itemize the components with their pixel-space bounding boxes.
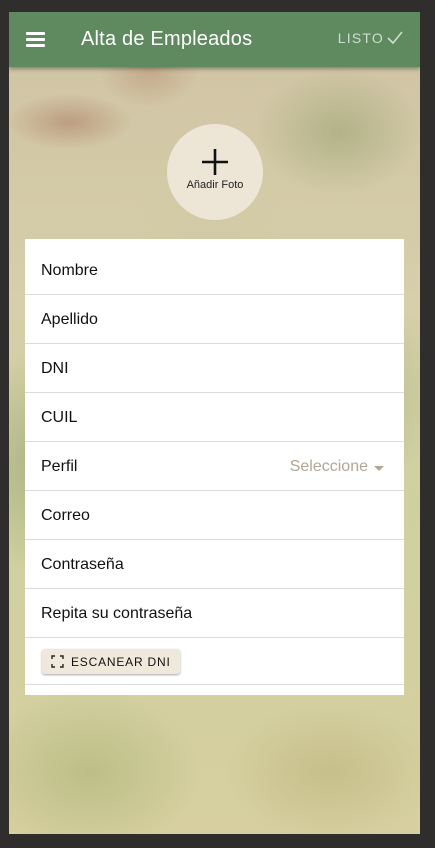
app-bar: Alta de Empleados LISTO bbox=[9, 12, 420, 67]
check-icon bbox=[387, 31, 403, 45]
employee-form: Nombre Apellido DNI CUIL Perfil Seleccio… bbox=[25, 239, 404, 695]
apellido-field[interactable]: Apellido bbox=[25, 296, 404, 344]
field-label: Contraseña bbox=[41, 556, 124, 573]
nombre-field[interactable]: Nombre bbox=[25, 247, 404, 295]
field-label: Perfil bbox=[41, 458, 78, 475]
field-label: Repita su contraseña bbox=[41, 605, 193, 622]
cuil-field[interactable]: CUIL bbox=[25, 394, 404, 442]
scan-row: ESCANEAR DNI bbox=[25, 637, 404, 685]
plus-icon bbox=[202, 149, 228, 175]
page-title: Alta de Empleados bbox=[81, 28, 253, 50]
done-button[interactable]: LISTO bbox=[338, 30, 404, 46]
correo-field[interactable]: Correo bbox=[25, 492, 404, 540]
scan-dni-label: ESCANEAR DNI bbox=[71, 654, 171, 669]
field-label: Apellido bbox=[41, 311, 98, 328]
field-label: Nombre bbox=[41, 262, 98, 279]
perfil-select-value: Seleccione bbox=[289, 458, 368, 475]
scan-dni-button[interactable]: ESCANEAR DNI bbox=[42, 649, 180, 674]
field-label: DNI bbox=[41, 360, 69, 377]
add-photo-button[interactable]: Añadir Foto bbox=[167, 124, 263, 220]
add-photo-label: Añadir Foto bbox=[186, 179, 244, 191]
repeat-password-field[interactable]: Repita su contraseña bbox=[25, 590, 404, 638]
dni-field[interactable]: DNI bbox=[25, 345, 404, 393]
perfil-field: Perfil Seleccione bbox=[25, 443, 404, 491]
password-field[interactable]: Contraseña bbox=[25, 541, 404, 589]
done-button-label: LISTO bbox=[337, 30, 384, 46]
field-label: CUIL bbox=[41, 409, 78, 426]
scan-frame-icon bbox=[51, 655, 64, 668]
caret-down-icon bbox=[374, 465, 384, 471]
menu-icon[interactable] bbox=[26, 30, 46, 48]
field-label: Correo bbox=[41, 507, 90, 524]
perfil-select[interactable]: Seleccione bbox=[290, 443, 384, 491]
app-screen: Alta de Empleados LISTO Añadir Foto Nomb… bbox=[9, 12, 420, 834]
